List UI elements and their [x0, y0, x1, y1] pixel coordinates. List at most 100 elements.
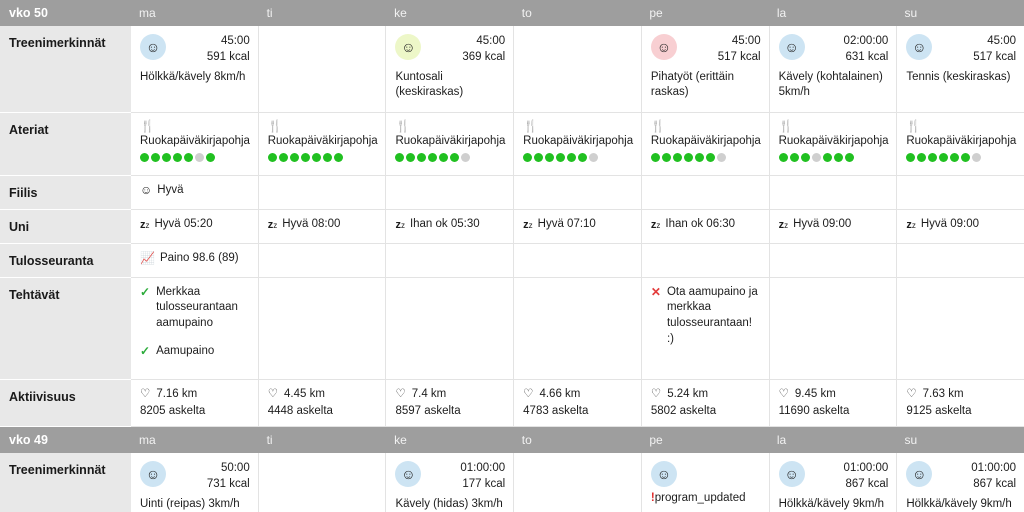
training-entry[interactable]: ☺ 01:00:00 867 kcal Hölkkä/kävely 9km/h — [778, 460, 888, 512]
row-label-sleep: Uni — [0, 209, 131, 244]
meal-dot-filled — [523, 152, 533, 162]
cell-results-su[interactable] — [897, 243, 1024, 278]
cell-mood-ti[interactable] — [258, 175, 387, 210]
sleep-line: zz Ihan ok 05:30 — [395, 217, 505, 233]
task-item[interactable]: ✓ Merkkaa tulosseurantaan aamupaino — [140, 285, 250, 333]
row-training: Treenimerkinnät ☺ 45:00 591 kcal Hölkkä/käv… — [0, 26, 1024, 113]
training-calories: 631 kcal — [845, 50, 889, 63]
cell-training-la[interactable]: ☺ 02:00:00 631 kcal Kävely (kohtalainen) 5k… — [769, 26, 898, 113]
training-smiley-icon: ☺ — [140, 34, 166, 60]
cell-tasks-pe[interactable]: ✕ Ota aamupaino ja merkkaa tulosseurantaa… — [641, 277, 770, 380]
cell-mood-ke[interactable] — [386, 175, 515, 210]
cell-training-ti[interactable] — [258, 453, 387, 512]
cell-training-ma[interactable]: ☺ 50:00 731 kcal Uinti (reipas) 3km/h — [131, 453, 259, 512]
cell-mood-su[interactable] — [897, 175, 1024, 210]
cell-training-ma[interactable]: ☺ 45:00 591 kcal Hölkkä/kävely 8km/h — [131, 26, 259, 113]
cell-training-ke[interactable]: ☺ 01:00:00 177 kcal Kävely (hidas) 3km/h — [386, 453, 515, 512]
cell-meals-ti[interactable]: 🍴 Ruokapäiväkirjapohja — [258, 112, 387, 176]
cell-activity-to[interactable]: ♡ 4.66 km 4783 askelta — [514, 379, 642, 428]
cell-training-pe[interactable]: ☺ 45:00 517 kcal Pihatyöt (erittäin raskas) — [641, 26, 770, 113]
cell-meals-pe[interactable]: 🍴 Ruokapäiväkirjapohja — [641, 112, 770, 176]
training-entry[interactable]: ☺ 45:00 517 kcal Tennis (keskiraskas) — [906, 33, 1016, 85]
cell-tasks-to[interactable] — [514, 277, 642, 380]
training-smiley-icon: ☺ — [778, 34, 805, 60]
cell-mood-pe[interactable] — [641, 175, 770, 210]
training-entry[interactable]: ☺ 45:00 369 kcal Kuntosali (keskiraskas) — [395, 33, 505, 101]
weekly-training-log: vko 50 ma ti ke to pe la su Treenimerkin… — [0, 0, 1024, 512]
training-calories: 369 kcal — [462, 50, 506, 63]
training-calories: 517 kcal — [973, 50, 1017, 63]
cell-meals-ke[interactable]: 🍴 Ruokapäiväkirjapohja — [386, 112, 515, 176]
cell-sleep-ma[interactable]: zz Hyvä 05:20 — [131, 209, 259, 244]
meal-dot-filled — [151, 152, 160, 162]
meal-dot-filled — [683, 152, 693, 162]
training-entry[interactable]: ☺ 01:00:00 867 kcal Hölkkä/kävely 9km/h — [906, 460, 1016, 512]
cell-results-ma[interactable]: 📈 Paino 98.6 (89) — [131, 243, 259, 278]
activity-steps: 4783 askelta — [523, 405, 589, 418]
cell-results-to[interactable] — [514, 243, 642, 278]
sleep-line: zz Hyvä 09:00 — [906, 217, 1016, 233]
cell-sleep-su[interactable]: zz Hyvä 09:00 — [897, 209, 1024, 244]
task-item[interactable]: ✕ Ota aamupaino ja merkkaa tulosseurantaa… — [651, 285, 761, 348]
cell-tasks-ma[interactable]: ✓ Merkkaa tulosseurantaan aamupaino ✓ Aamup… — [131, 277, 259, 380]
cell-activity-ti[interactable]: ♡ 4.45 km 4448 askelta — [258, 379, 387, 428]
cell-results-ke[interactable] — [386, 243, 515, 278]
training-entry[interactable]: ☺ 01:00:00 177 kcal Kävely (hidas) 3km/h — [395, 460, 505, 512]
cell-meals-ma[interactable]: 🍴 Ruokapäiväkirjapohja — [131, 112, 259, 176]
cell-training-ti[interactable] — [258, 26, 387, 113]
training-entry[interactable]: ☺ 45:00 591 kcal Hölkkä/kävely 8km/h — [140, 33, 250, 85]
sleep-zzz-icon: zz — [778, 218, 789, 231]
cell-training-su[interactable]: ☺ 45:00 517 kcal Tennis (keskiraskas) — [897, 26, 1024, 113]
cell-results-ti[interactable] — [258, 243, 387, 278]
cell-training-to[interactable] — [514, 453, 642, 512]
meal-plan-name: Ruokapäiväkirjapohja — [267, 134, 378, 147]
cell-activity-la[interactable]: ♡ 9.45 km 11690 askelta — [769, 379, 898, 428]
cell-sleep-ke[interactable]: zz Ihan ok 05:30 — [386, 209, 515, 244]
cell-tasks-la[interactable] — [769, 277, 898, 380]
cell-meals-su[interactable]: 🍴 Ruokapäiväkirjapohja — [897, 112, 1024, 176]
cell-mood-to[interactable] — [514, 175, 642, 210]
meal-dot-filled — [778, 152, 788, 162]
task-item[interactable]: ✓ Aamupaino — [140, 344, 250, 360]
meal-dot-filled — [578, 152, 588, 162]
sleep-zzz-icon: zz — [523, 218, 533, 231]
cell-training-to[interactable] — [514, 26, 642, 113]
cell-sleep-la[interactable]: zz Hyvä 09:00 — [769, 209, 898, 244]
cell-activity-pe[interactable]: ♡ 5.24 km 5802 askelta — [641, 379, 770, 428]
cell-mood-la[interactable] — [769, 175, 898, 210]
cell-activity-su[interactable]: ♡ 7.63 km 9125 askelta — [897, 379, 1024, 428]
cell-sleep-to[interactable]: zz Hyvä 07:10 — [514, 209, 642, 244]
cell-training-la[interactable]: ☺ 01:00:00 867 kcal Hölkkä/kävely 9km/h — [769, 453, 898, 512]
cell-sleep-ti[interactable]: zz Hyvä 08:00 — [258, 209, 387, 244]
cell-activity-ke[interactable]: ♡ 7.4 km 8597 askelta — [386, 379, 515, 428]
training-entry[interactable]: ☺ 45:00 517 kcal Pihatyöt (erittäin raskas) — [650, 33, 761, 101]
cell-meals-to[interactable]: 🍴 Ruokapäiväkirjapohja — [514, 112, 642, 176]
day-header-ma: ma — [139, 433, 156, 448]
meal-dot-filled — [822, 152, 832, 162]
cell-tasks-ke[interactable] — [386, 277, 515, 380]
cell-mood-ma[interactable]: ☺ Hyvä — [131, 175, 259, 210]
cell-results-la[interactable] — [769, 243, 898, 278]
training-entry[interactable]: ☺ 02:00:00 631 kcal Kävely (kohtalainen) 5k… — [778, 33, 889, 101]
cell-tasks-su[interactable] — [897, 277, 1024, 380]
training-duration: 45:00 — [476, 35, 506, 47]
row-label-activity: Aktiivisuus — [0, 379, 131, 428]
row-meals: Ateriat 🍴 Ruokapäiväkirjapohja 🍴 Ruokapäiv… — [0, 112, 1024, 176]
meal-dot-filled — [395, 152, 405, 162]
cutlery-icon: 🍴 — [778, 118, 794, 133]
meal-progress-dots — [267, 152, 378, 162]
cell-meals-la[interactable]: 🍴 Ruokapäiväkirjapohja — [769, 112, 898, 176]
cell-results-pe[interactable] — [641, 243, 770, 278]
mood-value-line: ☺ Hyvä — [140, 183, 250, 198]
cell-training-su[interactable]: ☺01:00:00867 kcalHölkkä/kävely 9km/h☺45:… — [897, 453, 1024, 512]
training-entry[interactable]: ☺ 50:00 731 kcal Uinti (reipas) 3km/h — [140, 460, 250, 512]
cell-tasks-ti[interactable] — [258, 277, 387, 380]
training-smiley-icon: ☺ — [650, 461, 677, 488]
cell-training-pe[interactable]: ☺ !program_updated☺ — [641, 453, 770, 512]
cell-activity-ma[interactable]: ♡ 7.16 km 8205 askelta — [131, 379, 259, 428]
sleep-value: Hyvä 09:00 — [793, 217, 852, 230]
cell-sleep-pe[interactable]: zz Ihan ok 06:30 — [641, 209, 770, 244]
training-entry[interactable]: ☺ !program_updated — [650, 460, 761, 506]
cutlery-icon: 🍴 — [650, 118, 666, 133]
cell-training-ke[interactable]: ☺ 45:00 369 kcal Kuntosali (keskiraskas) — [386, 26, 515, 113]
